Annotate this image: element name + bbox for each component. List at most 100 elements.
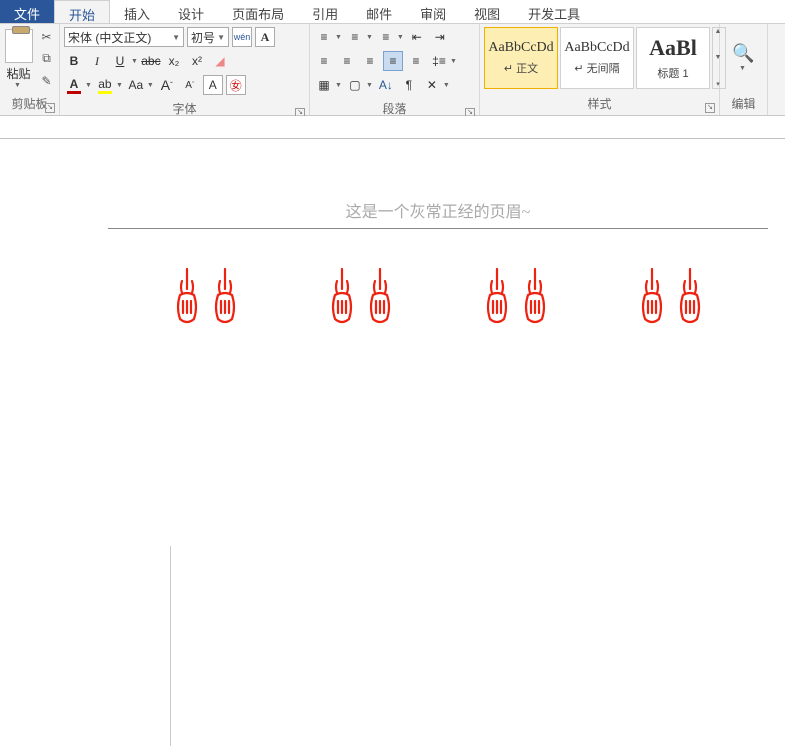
chevron-down-icon: ▼ <box>217 33 225 42</box>
hand-pair <box>480 267 552 327</box>
chevron-down-icon: ▼ <box>172 33 180 42</box>
italic-button[interactable]: I <box>87 51 107 71</box>
tab-layout[interactable]: 页面布局 <box>218 0 298 23</box>
copy-icon[interactable]: ⧉ <box>39 51 55 67</box>
highlight-button[interactable]: ab <box>95 77 115 94</box>
ruler-separator <box>0 138 785 139</box>
superscript-button[interactable]: x² <box>187 51 207 71</box>
group-label-edit: 编辑 <box>731 97 755 111</box>
tab-design[interactable]: 设计 <box>164 0 218 23</box>
hand-pair <box>325 267 397 327</box>
align-center-button[interactable]: ≡ <box>337 51 357 71</box>
style-heading1[interactable]: AaBl 标题 1 <box>636 27 710 89</box>
styles-gallery[interactable]: AaBbCcDd ↵ 正文 AaBbCcDd ↵ 无间隔 AaBl 标题 1 ▲… <box>484 27 726 89</box>
align-left-button[interactable]: ≡ <box>314 51 334 71</box>
clipboard-icon <box>5 29 33 63</box>
launcher-icon[interactable]: ↘ <box>705 103 715 113</box>
document-area[interactable]: 这是一个灰常正经的页眉~ <box>0 116 785 637</box>
find-icon[interactable]: 🔍 <box>736 45 752 61</box>
bold-button[interactable]: B <box>64 51 84 71</box>
char-border-button[interactable]: A <box>255 27 275 47</box>
font-size-combo[interactable]: 初号▼ <box>187 27 229 47</box>
enclose-char-button[interactable]: ㊛ <box>226 75 246 95</box>
chevron-down-icon[interactable]: ▼ <box>335 82 342 89</box>
increase-indent-button[interactable]: ⇥ <box>430 27 450 47</box>
snap-button[interactable]: ✕ <box>422 75 442 95</box>
chevron-down-icon[interactable]: ▼ <box>450 58 457 65</box>
grow-font-button[interactable]: Aˇ <box>157 75 177 95</box>
tab-review[interactable]: 审阅 <box>406 0 460 23</box>
font-color-button[interactable]: A <box>64 77 84 94</box>
ribbon: 粘贴 ▼ ✂ ⧉ ✎ 剪贴板↘ 宋体 (中文正文)▼ 初号▼ wén A B I… <box>0 24 785 116</box>
numbering-button[interactable]: ≡ <box>345 27 365 47</box>
hand-icon <box>325 267 359 327</box>
sort-button[interactable]: A↓ <box>376 75 396 95</box>
hand-icon <box>673 267 707 327</box>
launcher-icon[interactable]: ↘ <box>45 103 55 113</box>
tab-dev[interactable]: 开发工具 <box>514 0 594 23</box>
style-normal[interactable]: AaBbCcDd ↵ 正文 <box>484 27 558 89</box>
char-shading-button[interactable]: A <box>203 75 223 95</box>
group-editing: 🔍 ▼ 编辑 <box>720 24 768 115</box>
text-cursor <box>170 546 171 746</box>
hand-icon <box>208 267 242 327</box>
chevron-down-icon[interactable]: ▼ <box>366 82 373 89</box>
chevron-down-icon[interactable]: ▼ <box>739 65 746 72</box>
group-label-paragraph: 段落 <box>382 102 406 116</box>
chevron-down-icon[interactable]: ▼ <box>443 82 450 89</box>
shrink-font-button[interactable]: Aˇ <box>180 75 200 95</box>
decrease-indent-button[interactable]: ⇤ <box>407 27 427 47</box>
format-painter-icon[interactable]: ✎ <box>39 73 55 89</box>
group-font: 宋体 (中文正文)▼ 初号▼ wén A B I U▼ abc x₂ x² ◢ … <box>60 24 310 115</box>
tab-insert[interactable]: 插入 <box>110 0 164 23</box>
tab-mail[interactable]: 邮件 <box>352 0 406 23</box>
group-clipboard: 粘贴 ▼ ✂ ⧉ ✎ 剪贴板↘ <box>0 24 60 115</box>
chevron-down-icon[interactable]: ▼ <box>85 82 92 89</box>
underline-button[interactable]: U <box>110 51 130 71</box>
chevron-down-icon[interactable]: ▼ <box>397 34 404 41</box>
style-nospacing[interactable]: AaBbCcDd ↵ 无间隔 <box>560 27 634 89</box>
tab-home[interactable]: 开始 <box>54 0 110 23</box>
font-name-combo[interactable]: 宋体 (中文正文)▼ <box>64 27 184 47</box>
distribute-button[interactable]: ≡ <box>406 51 426 71</box>
multilevel-button[interactable]: ≡ <box>376 27 396 47</box>
shading-button[interactable]: ▦ <box>314 75 334 95</box>
change-case-button[interactable]: Aa <box>126 75 146 95</box>
cut-icon[interactable]: ✂ <box>39 29 55 45</box>
tab-file[interactable]: 文件 <box>0 0 54 23</box>
hand-icon <box>635 267 669 327</box>
chevron-down-icon[interactable]: ▼ <box>147 82 154 89</box>
hand-icon <box>363 267 397 327</box>
hand-icon <box>480 267 514 327</box>
line-spacing-button[interactable]: ‡≡ <box>429 51 449 71</box>
hand-pair <box>635 267 707 327</box>
chevron-down-icon: ▼ <box>14 82 21 89</box>
chevron-down-icon[interactable]: ▼ <box>366 34 373 41</box>
hand-icon <box>170 267 204 327</box>
group-styles: AaBbCcDd ↵ 正文 AaBbCcDd ↵ 无间隔 AaBl 标题 1 ▲… <box>480 24 720 115</box>
hand-pair <box>170 267 242 327</box>
chevron-down-icon[interactable]: ▼ <box>116 82 123 89</box>
show-marks-button[interactable]: ¶ <box>399 75 419 95</box>
strikethrough-button[interactable]: abc <box>141 51 161 71</box>
clear-format-icon[interactable]: ◢ <box>210 51 230 71</box>
tab-references[interactable]: 引用 <box>298 0 352 23</box>
group-paragraph: ≡▼ ≡▼ ≡▼ ⇤ ⇥ ≡ ≡ ≡ ≡ ≡ ‡≡▼ ▦▼ ▢▼ A↓ ¶ ✕▼ <box>310 24 480 115</box>
bullets-button[interactable]: ≡ <box>314 27 334 47</box>
align-justify-button[interactable]: ≡ <box>383 51 403 71</box>
ribbon-tabs: 文件 开始 插入 设计 页面布局 引用 邮件 审阅 视图 开发工具 <box>0 0 785 24</box>
borders-button[interactable]: ▢ <box>345 75 365 95</box>
page: 这是一个灰常正经的页眉~ <box>108 198 768 327</box>
chevron-down-icon[interactable]: ▼ <box>335 34 342 41</box>
phonetic-guide-button[interactable]: wén <box>232 27 252 47</box>
tab-view[interactable]: 视图 <box>460 0 514 23</box>
group-label-styles: 样式 <box>587 97 611 111</box>
group-label-clipboard: 剪贴板 <box>11 97 47 111</box>
page-header[interactable]: 这是一个灰常正经的页眉~ <box>108 198 768 229</box>
paste-button[interactable]: 粘贴 ▼ <box>5 29 33 89</box>
subscript-button[interactable]: x₂ <box>164 51 184 71</box>
group-label-font: 字体 <box>172 102 196 116</box>
align-right-button[interactable]: ≡ <box>360 51 380 71</box>
chevron-down-icon[interactable]: ▼ <box>131 58 138 65</box>
hand-icon <box>518 267 552 327</box>
